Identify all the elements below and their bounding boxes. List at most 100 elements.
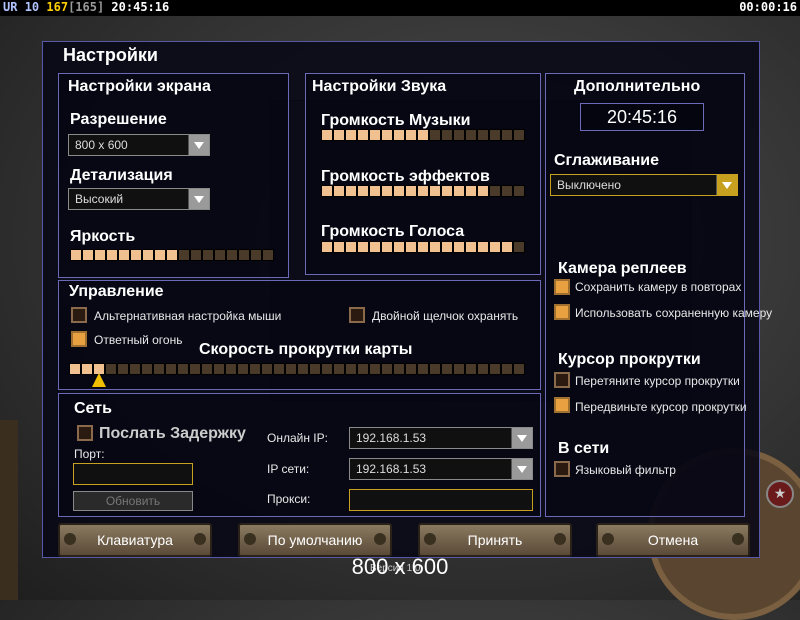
slider-segment[interactable] — [489, 363, 501, 375]
slider-segment[interactable] — [405, 363, 417, 375]
return-fire-checkbox[interactable] — [71, 331, 87, 347]
slider-segment[interactable] — [357, 363, 369, 375]
slider-segment[interactable] — [321, 185, 333, 197]
slider-segment[interactable] — [69, 363, 81, 375]
proxy-input[interactable] — [349, 489, 533, 511]
slider-segment[interactable] — [345, 241, 357, 253]
slider-segment[interactable] — [285, 363, 297, 375]
slider-segment[interactable] — [106, 249, 118, 261]
slider-segment[interactable] — [477, 363, 489, 375]
slider-segment[interactable] — [429, 129, 441, 141]
port-input[interactable] — [73, 463, 193, 485]
slider-segment[interactable] — [297, 363, 309, 375]
slider-segment[interactable] — [501, 241, 513, 253]
slider-segment[interactable] — [165, 363, 177, 375]
language-filter-checkbox[interactable] — [554, 461, 570, 477]
slider-segment[interactable] — [357, 185, 369, 197]
slider-segment[interactable] — [417, 185, 429, 197]
cancel-button[interactable]: Отмена — [596, 523, 750, 557]
slider-segment[interactable] — [189, 363, 201, 375]
slider-segment[interactable] — [117, 363, 129, 375]
slider-segment[interactable] — [238, 249, 250, 261]
keyboard-button[interactable]: Клавиатура — [58, 523, 212, 557]
slider-segment[interactable] — [501, 363, 513, 375]
slider-segment[interactable] — [453, 129, 465, 141]
save-camera-checkbox[interactable] — [554, 279, 570, 295]
slider-segment[interactable] — [309, 363, 321, 375]
chevron-down-icon[interactable] — [188, 189, 209, 209]
slider-segment[interactable] — [477, 129, 489, 141]
scroll-speed-slider[interactable] — [69, 363, 525, 375]
antialias-dropdown[interactable]: Выключено — [550, 174, 738, 196]
defaults-button[interactable]: По умолчанию — [238, 523, 392, 557]
slider-segment[interactable] — [465, 241, 477, 253]
slider-segment[interactable] — [153, 363, 165, 375]
chevron-down-icon[interactable] — [511, 459, 532, 479]
slider-segment[interactable] — [501, 129, 513, 141]
slider-segment[interactable] — [262, 249, 274, 261]
slider-segment[interactable] — [321, 241, 333, 253]
alt-mouse-checkbox[interactable] — [71, 307, 87, 323]
slider-segment[interactable] — [405, 185, 417, 197]
slider-segment[interactable] — [166, 249, 178, 261]
scroll-speed-pointer-icon[interactable] — [92, 373, 106, 387]
slider-segment[interactable] — [333, 185, 345, 197]
slider-segment[interactable] — [513, 129, 525, 141]
slider-segment[interactable] — [190, 249, 202, 261]
brightness-slider[interactable] — [70, 249, 274, 261]
slider-segment[interactable] — [513, 241, 525, 253]
slider-segment[interactable] — [381, 363, 393, 375]
refresh-button[interactable]: Обновить — [73, 491, 193, 511]
slider-segment[interactable] — [393, 241, 405, 253]
voice-volume-slider[interactable] — [321, 241, 525, 253]
slider-segment[interactable] — [429, 241, 441, 253]
slider-segment[interactable] — [513, 363, 525, 375]
slider-segment[interactable] — [501, 185, 513, 197]
resolution-dropdown[interactable]: 800 x 600 — [68, 134, 210, 156]
slider-segment[interactable] — [249, 363, 261, 375]
slider-segment[interactable] — [130, 249, 142, 261]
slider-segment[interactable] — [453, 241, 465, 253]
slider-segment[interactable] — [333, 241, 345, 253]
slider-segment[interactable] — [417, 363, 429, 375]
slider-segment[interactable] — [273, 363, 285, 375]
slider-segment[interactable] — [369, 129, 381, 141]
slider-segment[interactable] — [177, 363, 189, 375]
move-cursor-checkbox[interactable] — [554, 397, 570, 413]
slider-segment[interactable] — [357, 129, 369, 141]
chevron-down-icon[interactable] — [716, 175, 737, 195]
slider-segment[interactable] — [417, 241, 429, 253]
slider-segment[interactable] — [489, 241, 501, 253]
slider-segment[interactable] — [345, 185, 357, 197]
slider-segment[interactable] — [441, 129, 453, 141]
slider-segment[interactable] — [345, 129, 357, 141]
use-saved-camera-checkbox[interactable] — [554, 304, 570, 320]
slider-segment[interactable] — [489, 129, 501, 141]
slider-segment[interactable] — [225, 363, 237, 375]
slider-segment[interactable] — [202, 249, 214, 261]
slider-segment[interactable] — [393, 363, 405, 375]
double-click-guard-checkbox[interactable] — [349, 307, 365, 323]
slider-segment[interactable] — [441, 185, 453, 197]
slider-segment[interactable] — [82, 249, 94, 261]
slider-segment[interactable] — [453, 185, 465, 197]
slider-segment[interactable] — [465, 185, 477, 197]
slider-segment[interactable] — [429, 363, 441, 375]
slider-segment[interactable] — [369, 185, 381, 197]
effects-volume-slider[interactable] — [321, 185, 525, 197]
slider-segment[interactable] — [429, 185, 441, 197]
slider-segment[interactable] — [70, 249, 82, 261]
drag-cursor-checkbox[interactable] — [554, 372, 570, 388]
slider-segment[interactable] — [237, 363, 249, 375]
slider-segment[interactable] — [381, 241, 393, 253]
slider-segment[interactable] — [214, 249, 226, 261]
slider-segment[interactable] — [417, 129, 429, 141]
slider-segment[interactable] — [393, 129, 405, 141]
chevron-down-icon[interactable] — [511, 428, 532, 448]
slider-segment[interactable] — [142, 249, 154, 261]
slider-segment[interactable] — [129, 363, 141, 375]
detail-dropdown[interactable]: Высокий — [68, 188, 210, 210]
slider-segment[interactable] — [381, 185, 393, 197]
slider-segment[interactable] — [393, 185, 405, 197]
slider-segment[interactable] — [105, 363, 117, 375]
